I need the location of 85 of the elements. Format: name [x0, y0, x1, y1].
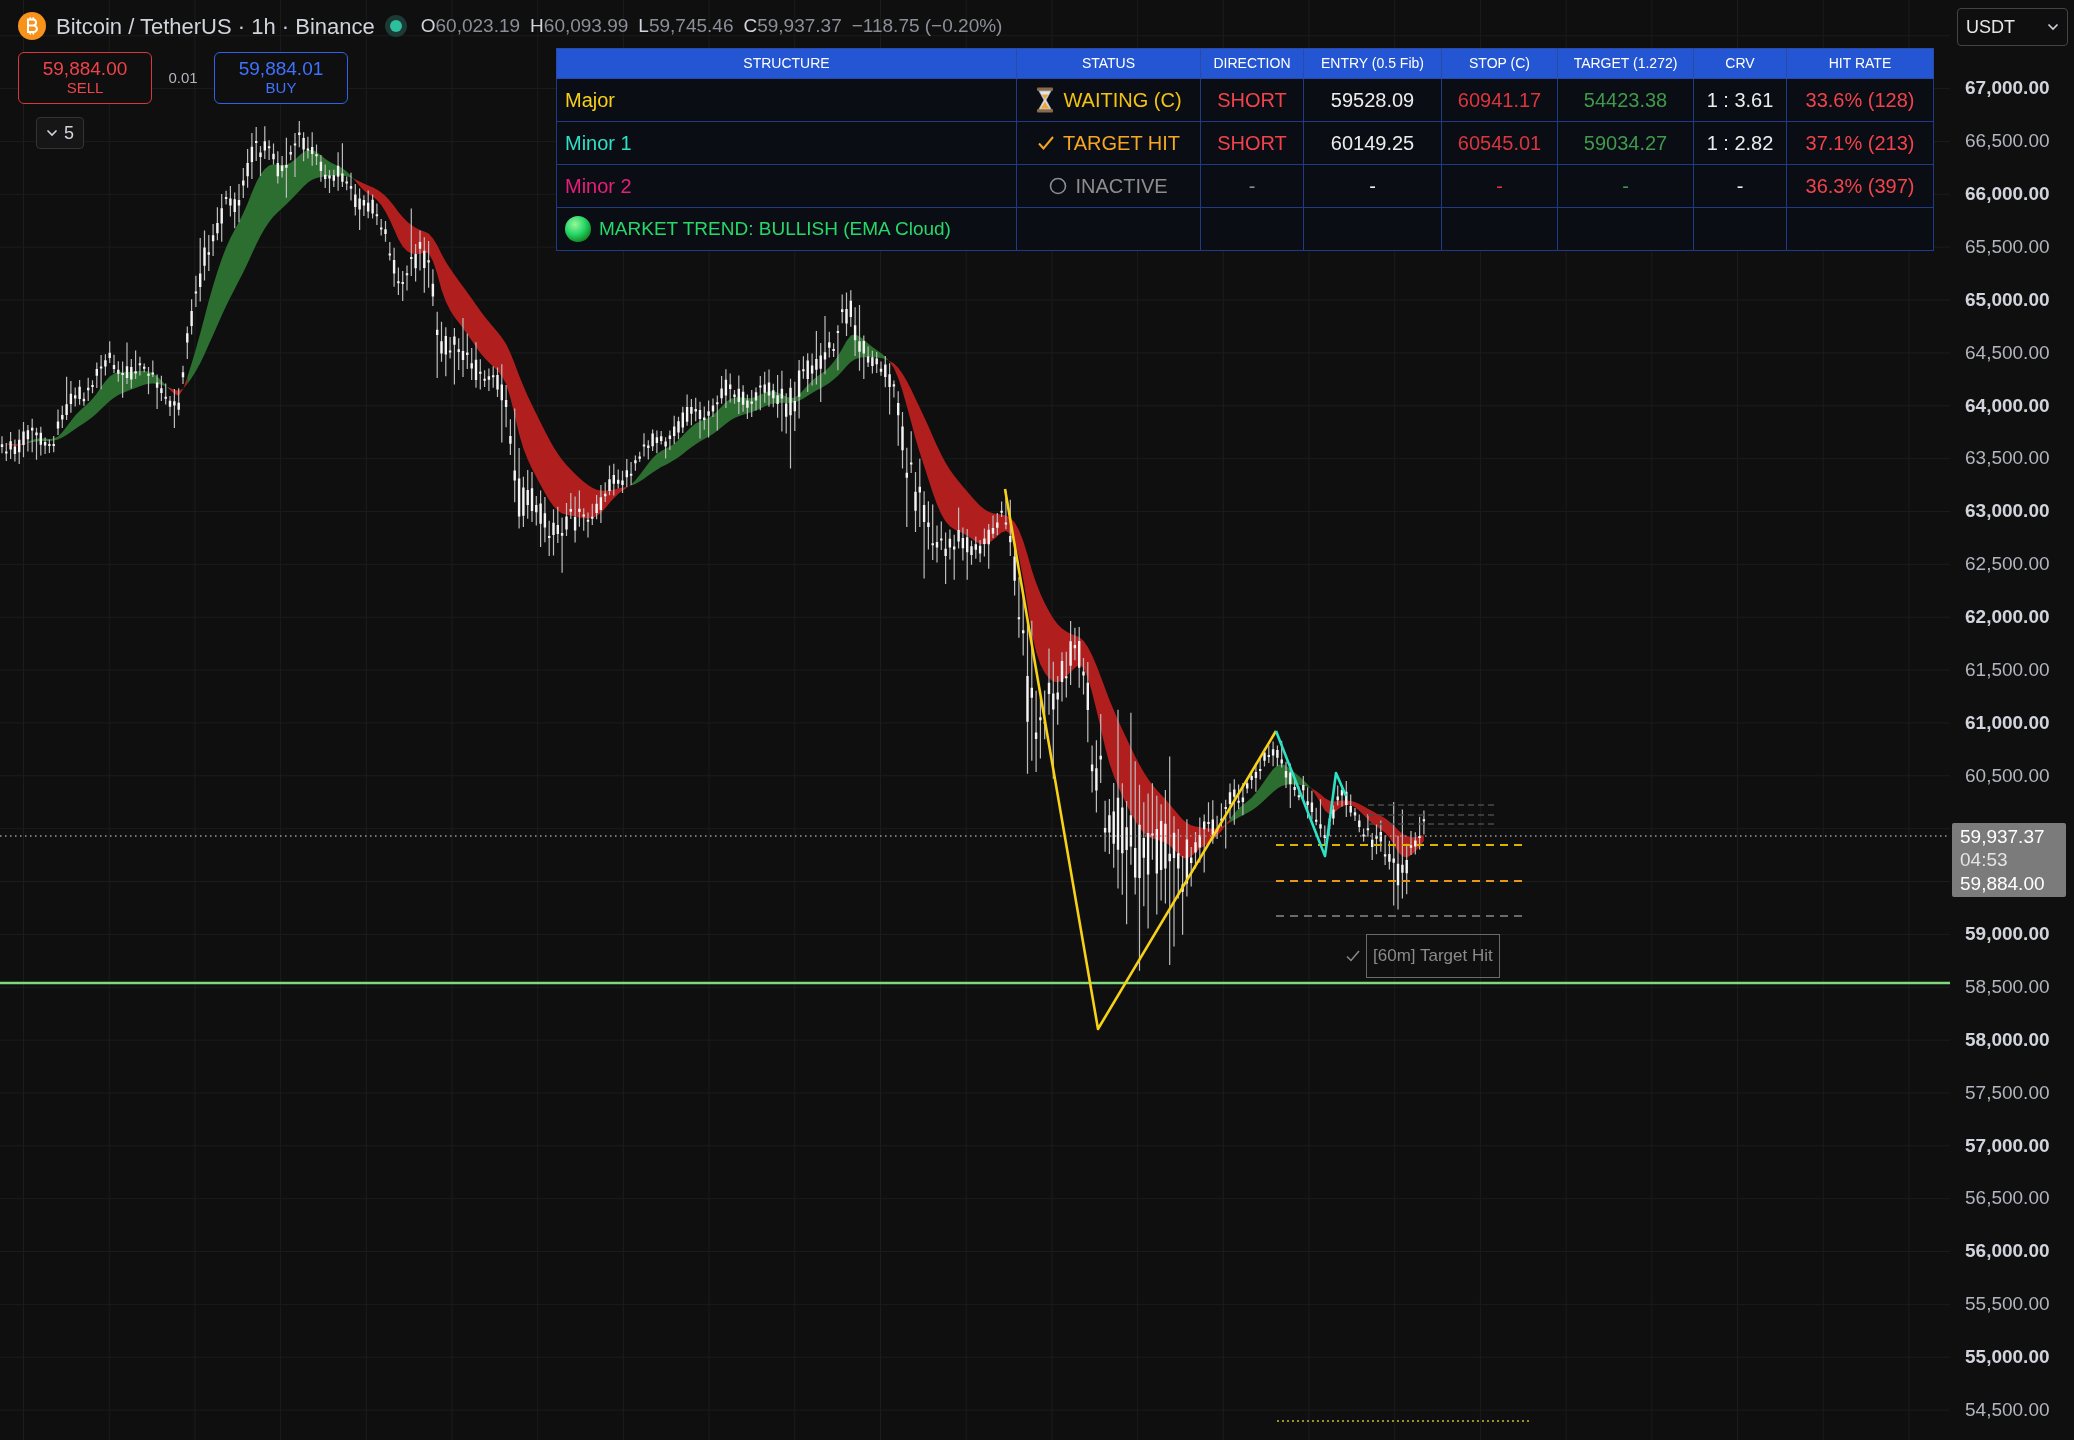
crv-ratio: 1 : 3.61 — [1693, 78, 1787, 122]
target-hit-label: [60m] Target Hit — [1366, 934, 1500, 978]
structure-label: Major — [556, 78, 1017, 122]
status-text: INACTIVE — [1075, 174, 1168, 199]
price-axis-label: 66,000.00 — [1965, 182, 2050, 207]
target-price: 59034.27 — [1557, 121, 1694, 165]
column-header: CRV — [1693, 48, 1787, 79]
price-axis-label: 61,500.00 — [1965, 657, 2050, 682]
ohlc-value: 60,023.19 — [435, 13, 521, 38]
ring-icon — [1049, 177, 1068, 195]
coin-icon — [18, 12, 46, 40]
price-axis-label: 60,500.00 — [1965, 763, 2050, 788]
chevron-down-icon — [2047, 23, 2059, 31]
price-axis-label: 59,000.00 — [1965, 922, 2050, 947]
structure-label: Minor 1 — [556, 121, 1017, 165]
price-axis-label: 66,500.00 — [1965, 129, 2050, 154]
bid-price: 59,884.00 — [1960, 871, 2046, 895]
check-icon — [1346, 949, 1360, 962]
price-axis-label: 57,500.00 — [1965, 1080, 2050, 1105]
price-axis-label: 58,000.00 — [1965, 1027, 2050, 1052]
price-change: −118.75 (−0.20%) — [851, 13, 1003, 38]
price-axis-label: 62,500.00 — [1965, 552, 2050, 577]
ohlc-value: 60,093.99 — [543, 13, 629, 38]
stop-price: - — [1441, 164, 1558, 208]
price-axis-label: 65,500.00 — [1965, 234, 2050, 259]
market-status-icon — [384, 15, 407, 37]
price-axis-label: 64,500.00 — [1965, 340, 2050, 365]
column-header: TARGET (1.272) — [1557, 48, 1694, 79]
currency-dropdown[interactable]: USDT — [1957, 8, 2068, 46]
price-axis-label: 55,000.00 — [1965, 1345, 2050, 1369]
crv-ratio: - — [1693, 164, 1787, 208]
column-header: STRUCTURE — [556, 48, 1017, 79]
direction-value: SHORT — [1200, 121, 1304, 165]
ohlc-label: C — [743, 13, 758, 38]
price-axis-label: 62,000.00 — [1965, 604, 2050, 629]
last-price: 59,937.37 — [1960, 825, 2046, 849]
price-axis-label: 63,000.00 — [1965, 499, 2050, 524]
check-icon — [1036, 134, 1055, 152]
direction-value: - — [1200, 164, 1304, 208]
ohlc-value: 59,937.37 — [757, 13, 842, 38]
price-axis-label: 55,500.00 — [1965, 1292, 2050, 1317]
price-axis-label: 67,000.00 — [1965, 76, 2050, 101]
spread-value: 0.01 — [167, 67, 199, 88]
column-header: DIRECTION — [1200, 48, 1304, 79]
ohlc-value: 59,745.46 — [648, 13, 734, 38]
price-axis-label: 64,000.00 — [1965, 393, 2050, 418]
countdown-timer: 04:53 — [1960, 848, 2009, 872]
price-axis-label: 56,500.00 — [1965, 1186, 2050, 1211]
stop-price: 60941.17 — [1441, 78, 1558, 122]
target-price: - — [1557, 164, 1694, 208]
price-axis-label: 65,000.00 — [1965, 287, 2050, 312]
crv-ratio: 1 : 2.82 — [1693, 121, 1787, 165]
hit-rate: 36.3% (397) — [1786, 164, 1934, 208]
entry-price: 60149.25 — [1303, 121, 1442, 165]
hit-rate: 33.6% (128) — [1786, 78, 1934, 122]
column-header: STATUS — [1016, 48, 1201, 79]
sell-button[interactable]: 59,884.00 SELL — [18, 52, 152, 104]
entry-price: 59528.09 — [1303, 78, 1442, 122]
status-text: TARGET HIT — [1062, 131, 1180, 156]
price-axis-label: 54,500.00 — [1965, 1397, 2050, 1422]
column-header: STOP (C) — [1441, 48, 1558, 79]
column-header: HIT RATE — [1786, 48, 1934, 79]
trend-dot-icon — [565, 216, 591, 242]
price-axis-label: 63,500.00 — [1965, 446, 2050, 471]
price-axis-label: 61,000.00 — [1965, 710, 2050, 735]
chevron-down-icon — [46, 129, 58, 137]
hit-rate: 37.1% (213) — [1786, 121, 1934, 165]
price-axis-label: 56,000.00 — [1965, 1239, 2050, 1264]
ohlc-label: L — [638, 13, 649, 38]
structure-label: Minor 2 — [556, 164, 1017, 208]
buy-button[interactable]: 59,884.01 BUY — [214, 52, 348, 104]
status-text: WAITING (C) — [1063, 88, 1182, 113]
entry-price: - — [1303, 164, 1442, 208]
price-axis-label: 57,000.00 — [1965, 1133, 2050, 1158]
hourglass-icon — [1035, 87, 1056, 113]
direction-value: SHORT — [1200, 78, 1304, 122]
column-header: ENTRY (0.5 Fib) — [1303, 48, 1442, 79]
trend-text: MARKET TREND: BULLISH (EMA Cloud) — [599, 216, 951, 241]
collapse-button[interactable]: 5 — [36, 117, 84, 149]
symbol-title: Bitcoin / TetherUS · 1h · Binance — [56, 12, 375, 41]
stop-price: 60545.01 — [1441, 121, 1558, 165]
ohlc-label: H — [530, 13, 544, 38]
price-axis-label: 58,500.00 — [1965, 974, 2050, 999]
ohlc-label: O — [420, 13, 436, 38]
target-price: 54423.38 — [1557, 78, 1694, 122]
